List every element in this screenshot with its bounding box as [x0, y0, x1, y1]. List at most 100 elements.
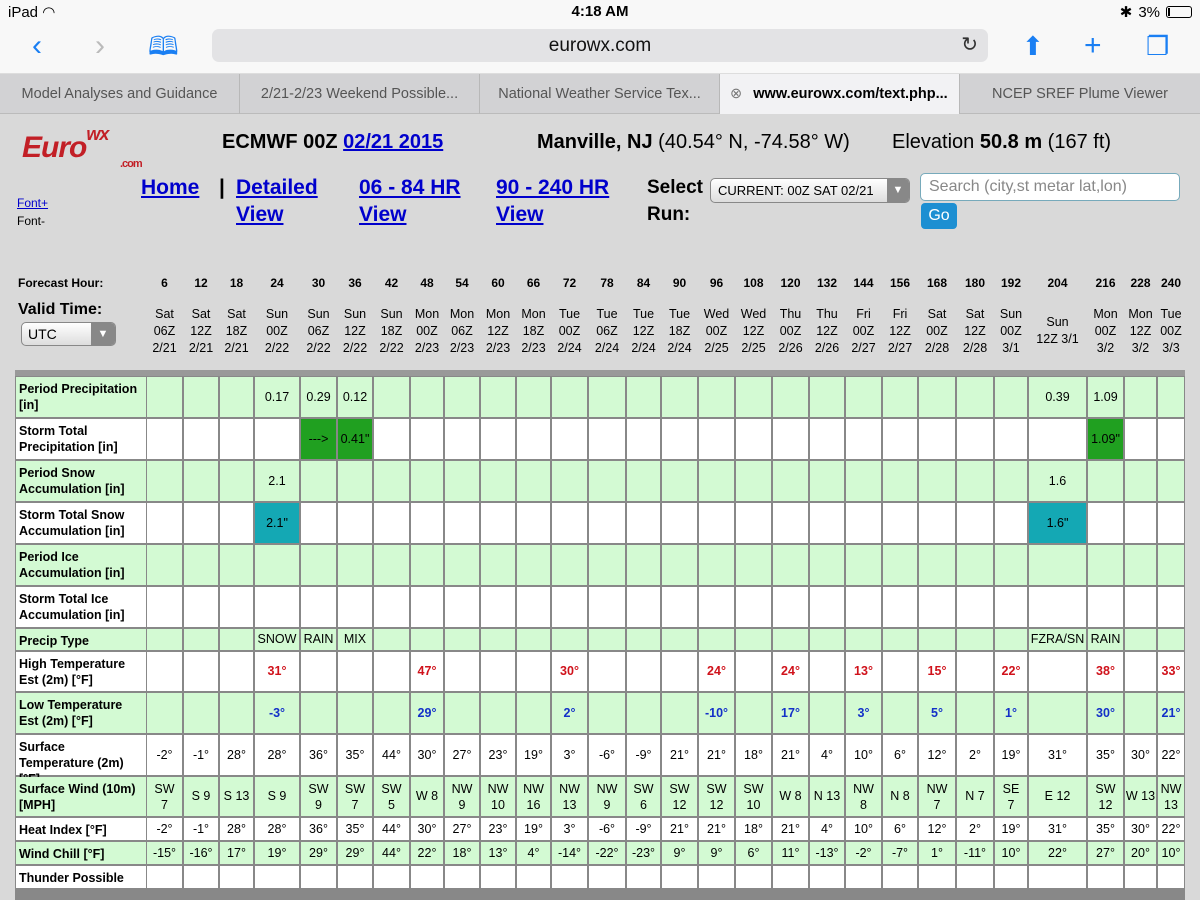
- nav-separator: |: [219, 176, 225, 199]
- table-cell: [919, 545, 955, 585]
- table-cell: [1158, 545, 1184, 585]
- table-cell: [773, 377, 808, 417]
- valid-time-part: 2/27: [887, 341, 913, 355]
- valid-time-part: Tue: [596, 307, 618, 321]
- back-icon[interactable]: ‹: [32, 30, 42, 62]
- bookmarks-icon[interactable]: 🕮: [148, 30, 179, 62]
- table-cell: [883, 503, 917, 543]
- table-cell: 21°: [699, 818, 734, 840]
- table-cell: [220, 545, 253, 585]
- table-cell: [517, 419, 550, 459]
- table-cell: [1125, 503, 1156, 543]
- table-cell: [184, 866, 218, 888]
- valid-time: Sat 00Z 2/28: [918, 306, 956, 357]
- valid-time-part: 00Z: [705, 324, 728, 338]
- table-cell: [662, 629, 697, 650]
- valid-time-part: 2/23: [485, 341, 511, 355]
- table-cell: [662, 587, 697, 627]
- table-cell: 30°: [1088, 693, 1123, 733]
- table-cell: [147, 866, 182, 888]
- valid-time-part: Sat: [191, 307, 211, 321]
- valid-time-part: 2/22: [342, 341, 368, 355]
- valid-time-part: 06Z: [451, 324, 473, 338]
- table-cell: [957, 503, 993, 543]
- table-cell: -15°: [147, 842, 182, 864]
- table-cell: [810, 693, 844, 733]
- forecast-hour: 72: [562, 276, 577, 290]
- tab-weekend[interactable]: 2/21-2/23 Weekend Possible...: [240, 74, 480, 114]
- valid-time: Mon 18Z 2/23: [516, 306, 551, 357]
- valid-time-part: 00Z: [1094, 324, 1117, 338]
- table-cell: [957, 629, 993, 650]
- run-select[interactable]: CURRENT: 00Z SAT 02/21 ▼: [710, 178, 910, 203]
- table-cell: [662, 693, 697, 733]
- forward-icon[interactable]: ›: [95, 30, 105, 62]
- table-cell: [517, 652, 550, 691]
- row-label: Precip Type: [16, 629, 146, 650]
- tab-sref[interactable]: NCEP SREF Plume Viewer: [960, 74, 1200, 114]
- elevation: Elevation 50.8 m (167 ft): [892, 131, 1112, 153]
- valid-time-part: 12Z: [742, 324, 765, 338]
- close-tab-icon[interactable]: ⊗: [730, 74, 742, 114]
- share-icon[interactable]: ⬆: [1022, 30, 1044, 62]
- valid-time-part: Thu: [779, 307, 802, 321]
- timezone-select[interactable]: UTC ▼: [21, 322, 116, 346]
- tab-model-analyses[interactable]: Model Analyses and Guidance: [0, 74, 240, 114]
- address-bar[interactable]: eurowx.com ↻: [212, 29, 988, 62]
- valid-time-part: 12Z: [1129, 324, 1152, 338]
- table-cell: 27°: [1088, 842, 1123, 864]
- font-plus-link[interactable]: Font+: [17, 196, 48, 210]
- table-cell: N 8: [883, 777, 917, 816]
- table-cell: [1029, 545, 1086, 585]
- table-cell: [846, 629, 881, 650]
- table-cell: [147, 419, 182, 459]
- table-cell: 36°: [301, 818, 336, 840]
- valid-time-part: Tue: [668, 307, 691, 321]
- table-cell: [445, 545, 479, 585]
- tab-eurowx-active[interactable]: ⊗ www.eurowx.com/text.php...: [720, 74, 960, 114]
- table-cell: NW 9: [445, 777, 479, 816]
- table-cell: NW 10: [481, 777, 515, 816]
- table-cell: [517, 503, 550, 543]
- tab-nws[interactable]: National Weather Service Tex...: [480, 74, 720, 114]
- forecast-hour: 48: [420, 276, 434, 290]
- table-cell: [552, 503, 587, 543]
- hr-90-240-link[interactable]: 90 - 240 HR View: [496, 174, 609, 228]
- valid-time-part: 12Z: [190, 324, 212, 338]
- eurowx-logo[interactable]: Eurowx .com: [22, 124, 143, 170]
- new-tab-icon[interactable]: +: [1084, 30, 1102, 62]
- table-cell: 4°: [810, 735, 844, 775]
- table-cell: [147, 503, 182, 543]
- reload-icon[interactable]: ↻: [961, 29, 978, 62]
- valid-time-part: 18Z: [522, 324, 545, 338]
- table-cell: [517, 461, 550, 501]
- table-cell: [810, 866, 844, 888]
- detailed-view-link[interactable]: Detailed View: [236, 174, 318, 228]
- valid-time-part: 2/22: [306, 341, 331, 355]
- table-cell: 1°: [995, 693, 1027, 733]
- table-cell: 21°: [773, 818, 808, 840]
- table-cell: W 8: [411, 777, 443, 816]
- valid-time: Sun 12Z 3/1: [1028, 306, 1087, 348]
- table-cell: [374, 377, 409, 417]
- table-cell: -6°: [589, 735, 625, 775]
- hr-06-84-link[interactable]: 06 - 84 HR View: [359, 174, 461, 228]
- search-input[interactable]: Search (city,st metar lat,lon): [920, 173, 1180, 201]
- home-link[interactable]: Home: [141, 174, 199, 201]
- go-button[interactable]: Go: [921, 203, 957, 229]
- table-cell: [445, 461, 479, 501]
- table-cell: [184, 629, 218, 650]
- table-cell: [338, 461, 372, 501]
- table-cell: 35°: [1088, 818, 1123, 840]
- table-cell: [995, 629, 1027, 650]
- table-cell: [957, 652, 993, 691]
- valid-time-part: Mon: [414, 307, 440, 321]
- valid-time-part: 00Z: [852, 324, 875, 338]
- date-link[interactable]: 02/21 2015: [343, 131, 443, 153]
- table-cell: -2°: [147, 735, 182, 775]
- tabs-icon[interactable]: ❐: [1146, 30, 1169, 62]
- table-cell: [255, 587, 299, 627]
- table-cell: [445, 693, 479, 733]
- valid-time-part: 2/22: [264, 341, 290, 355]
- valid-time-part: Mon: [1128, 307, 1153, 321]
